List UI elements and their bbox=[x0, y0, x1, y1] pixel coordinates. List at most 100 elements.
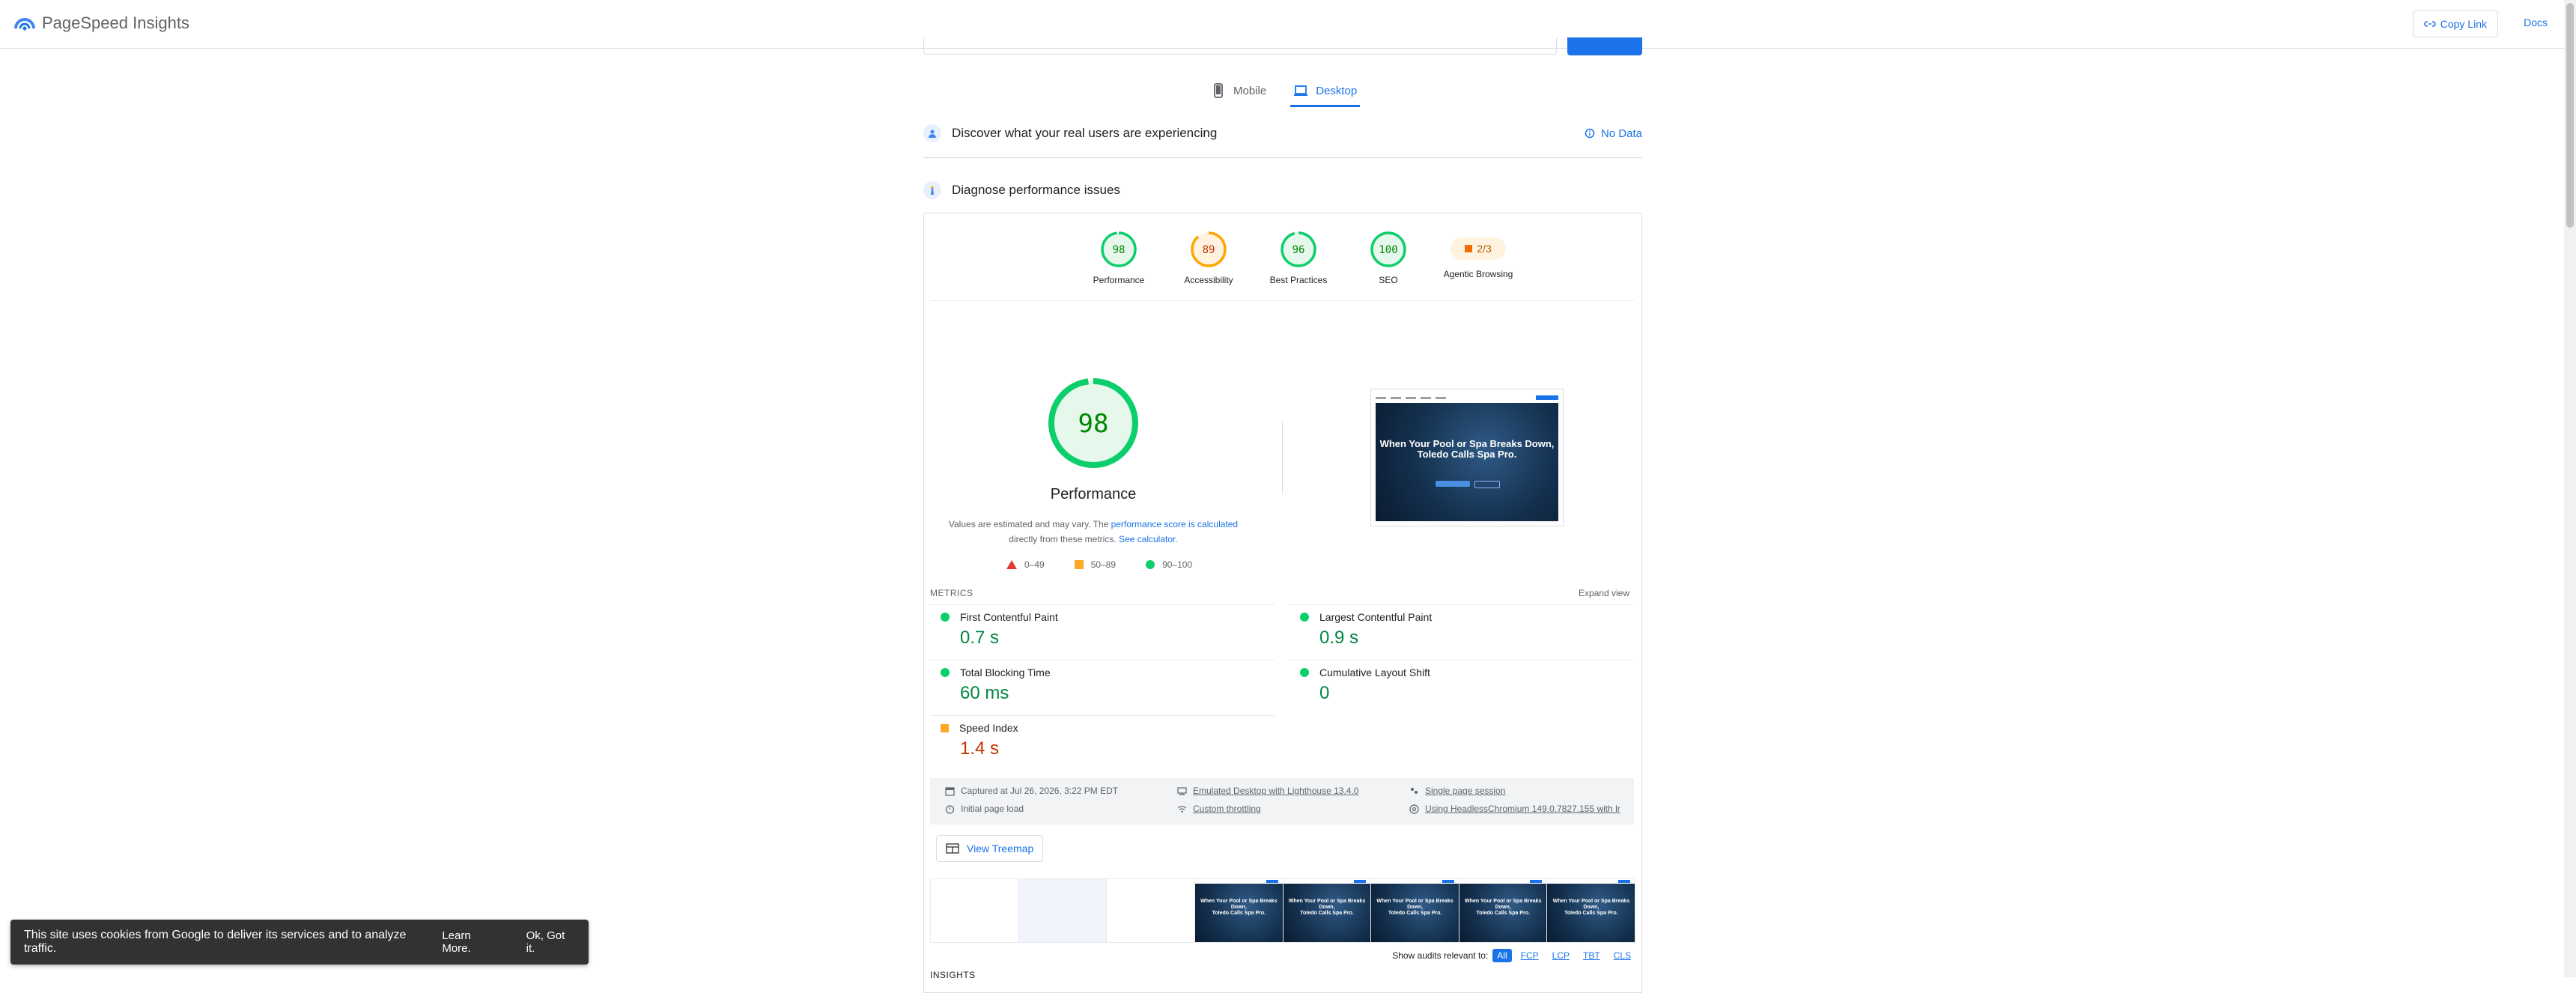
metric-cls: Cumulative Layout Shift 0 bbox=[1289, 660, 1634, 714]
filter-chip-all[interactable]: All bbox=[1492, 949, 1512, 962]
metric-lcp-value: 0.9 s bbox=[1319, 628, 1359, 648]
see-calculator-link[interactable]: See calculator. bbox=[1119, 534, 1178, 544]
score-legend: 0–49 50–89 90–100 bbox=[1006, 559, 1192, 570]
copy-link-button[interactable]: Copy Link bbox=[2412, 10, 2498, 37]
gauge-best-practices[interactable]: 96 Best Practices bbox=[1254, 230, 1343, 285]
gauge-score-text: 96 bbox=[1292, 244, 1305, 256]
filter-chip-lcp[interactable]: LCP bbox=[1548, 949, 1574, 962]
mobile-phone-icon bbox=[1214, 83, 1223, 98]
frame-headline: When Your Pool or Spa Breaks Down, Toledo… bbox=[1288, 899, 1366, 916]
runtime-emulated[interactable]: Emulated Desktop with Lighthouse 13.4.0 bbox=[1177, 786, 1358, 796]
field-data-section: Discover what your real users are experi… bbox=[923, 124, 1642, 142]
analyze-button[interactable] bbox=[1567, 37, 1642, 55]
cookie-banner: This site uses cookies from Google to de… bbox=[10, 920, 589, 965]
app-title: PageSpeed Insights bbox=[42, 13, 189, 32]
no-data-indicator[interactable]: No Data bbox=[1585, 127, 1642, 140]
people-icon bbox=[1411, 787, 1418, 794]
performance-gauge-ring: 98 bbox=[1101, 231, 1137, 267]
pass-circle-icon bbox=[1146, 560, 1155, 569]
runtime-settings: Captured at Jul 26, 2026, 3:22 PM EDT In… bbox=[930, 778, 1634, 825]
metric-fcp-label: First Contentful Paint bbox=[960, 611, 1058, 623]
performance-score-gauge: 98 bbox=[1048, 378, 1138, 468]
runtime-throttling[interactable]: Custom throttling bbox=[1177, 804, 1261, 814]
filmstrip-frame: When Your Pool or Spa Breaks Down, Toledo… bbox=[1547, 879, 1635, 942]
tab-desktop[interactable]: Desktop bbox=[1290, 76, 1361, 107]
agentic-score: 2/3 bbox=[1477, 243, 1492, 255]
accessibility-gauge-ring: 89 bbox=[1191, 231, 1227, 267]
performance-title: Performance bbox=[1050, 486, 1137, 502]
filter-chip-fcp[interactable]: FCP bbox=[1516, 949, 1543, 962]
metric-tbt-label: Total Blocking Time bbox=[960, 666, 1051, 678]
score-calculated-link[interactable]: performance score is calculated bbox=[1111, 519, 1238, 529]
pass-circle-icon bbox=[1300, 668, 1309, 677]
note-text-1: Values are estimated and may vary. The bbox=[948, 519, 1111, 529]
legend-fail-label: 0–49 bbox=[1024, 559, 1045, 570]
runtime-browser-text: Using HeadlessChromium 149.0.7827.155 wi… bbox=[1425, 804, 1620, 814]
legend-average: 50–89 bbox=[1074, 559, 1117, 570]
final-screenshot[interactable]: When Your Pool or Spa Breaks Down, Toled… bbox=[1370, 389, 1564, 526]
gauge-seo[interactable]: 100 SEO bbox=[1343, 230, 1433, 285]
note-text-2: directly from these metrics. bbox=[1009, 534, 1119, 544]
legend-fail: 0–49 bbox=[1006, 559, 1045, 570]
frame-headline: When Your Pool or Spa Breaks Down, Toledo… bbox=[1200, 899, 1278, 916]
tab-mobile[interactable]: Mobile bbox=[1208, 76, 1269, 105]
best-practices-gauge-ring: 96 bbox=[1281, 231, 1316, 267]
runtime-browser[interactable]: Using HeadlessChromium 149.0.7827.155 wi… bbox=[1409, 804, 1620, 814]
gauge-performance[interactable]: 98 Performance bbox=[1074, 230, 1164, 285]
filmstrip-frame: When Your Pool or Spa Breaks Down, Toledo… bbox=[1371, 879, 1459, 942]
seo-gauge-ring: 100 bbox=[1370, 231, 1406, 267]
expand-view-toggle[interactable]: Expand view bbox=[1579, 588, 1629, 598]
page-scrollbar[interactable] bbox=[2564, 0, 2576, 977]
pass-circle-icon bbox=[1300, 613, 1309, 622]
gauge-agentic-browsing[interactable]: 2/3 Agentic Browsing bbox=[1433, 230, 1523, 285]
metric-lcp-label: Largest Contentful Paint bbox=[1319, 611, 1433, 623]
link-icon bbox=[2424, 21, 2436, 27]
scrollbar-thumb[interactable] bbox=[2566, 3, 2574, 228]
device-tabs: Mobile Desktop bbox=[1208, 76, 1361, 107]
runtime-session-text: Single page session bbox=[1425, 786, 1506, 796]
lighthouse-icon bbox=[923, 181, 941, 199]
laptop-icon bbox=[1294, 85, 1308, 96]
tab-mobile-label: Mobile bbox=[1233, 84, 1267, 97]
calendar-icon bbox=[945, 786, 955, 796]
url-input[interactable] bbox=[923, 37, 1557, 55]
audit-filter: Show audits relevant to: All FCP LCP TBT… bbox=[1392, 949, 1635, 962]
gauges-divider bbox=[930, 300, 1634, 301]
gauge-agentic-label: Agentic Browsing bbox=[1443, 269, 1513, 279]
filmstrip: When Your Pool or Spa Breaks Down, Toledo… bbox=[930, 878, 1635, 943]
docs-link[interactable]: Docs bbox=[2524, 16, 2548, 28]
diagnose-title: Diagnose performance issues bbox=[952, 183, 1120, 197]
no-data-label: No Data bbox=[1600, 127, 1642, 140]
category-gauges: 98 Performance 89 Accessibility 96 Best … bbox=[1074, 230, 1523, 285]
gauge-performance-label: Performance bbox=[1093, 275, 1145, 285]
gauge-score-text: 89 bbox=[1203, 244, 1215, 256]
gauge-score-text: 98 bbox=[1113, 244, 1126, 256]
average-square-icon bbox=[941, 723, 949, 732]
copy-link-label: Copy Link bbox=[2440, 18, 2487, 30]
audit-filter-label: Show audits relevant to: bbox=[1392, 950, 1489, 961]
pagespeed-logo-icon bbox=[14, 18, 35, 31]
filmstrip-frame bbox=[931, 879, 1019, 942]
legend-average-label: 50–89 bbox=[1090, 559, 1117, 570]
screenshot-headline-line1: When Your Pool or Spa Breaks Down, bbox=[1379, 438, 1555, 449]
frame-headline: When Your Pool or Spa Breaks Down, Toledo… bbox=[1552, 899, 1630, 916]
average-square-icon bbox=[1074, 560, 1084, 569]
runtime-session[interactable]: Single page session bbox=[1409, 786, 1505, 796]
filter-chip-tbt[interactable]: TBT bbox=[1579, 949, 1605, 962]
view-treemap-button[interactable]: View Treemap bbox=[936, 835, 1044, 862]
filter-chip-cls[interactable]: CLS bbox=[1609, 949, 1635, 962]
fail-triangle-icon bbox=[1006, 560, 1017, 569]
gauge-score-text: 100 bbox=[1379, 244, 1397, 256]
cookie-learn-more-link[interactable]: Learn More. bbox=[442, 929, 500, 955]
agentic-score-pill: 2/3 bbox=[1450, 237, 1506, 260]
filmstrip-frame: When Your Pool or Spa Breaks Down, Toledo… bbox=[1459, 879, 1548, 942]
cookie-ok-button[interactable]: Ok, Got it. bbox=[526, 929, 575, 955]
filmstrip-frame bbox=[1018, 879, 1108, 942]
metric-tbt: Total Blocking Time 60 ms bbox=[930, 660, 1275, 714]
filmstrip-frame: When Your Pool or Spa Breaks Down, Toledo… bbox=[1283, 879, 1372, 942]
filmstrip-frame bbox=[1107, 879, 1195, 942]
app-logo[interactable]: PageSpeed Insights bbox=[13, 12, 189, 34]
chrome-icon bbox=[1409, 804, 1419, 814]
gauge-accessibility[interactable]: 89 Accessibility bbox=[1164, 230, 1254, 285]
users-icon bbox=[923, 124, 941, 142]
